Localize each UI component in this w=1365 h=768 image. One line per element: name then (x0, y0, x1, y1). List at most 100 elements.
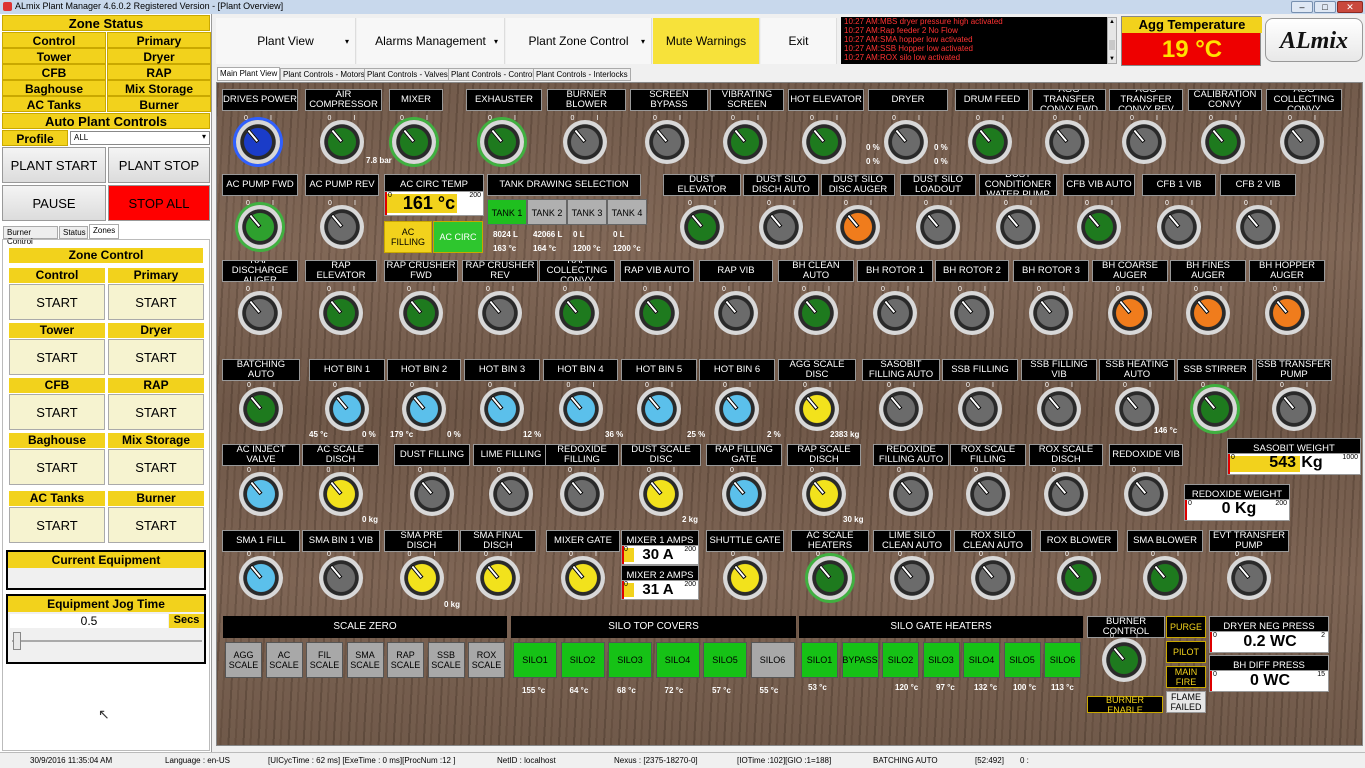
knob-rap-elevator[interactable] (319, 291, 363, 335)
knob-vibrating-screen[interactable] (723, 120, 767, 164)
plant-view-menu[interactable]: Plant View ▾ (216, 18, 356, 64)
knob-dust-elevator[interactable] (680, 205, 724, 249)
scroll-down-icon[interactable]: ▼ (1109, 56, 1115, 62)
cover-silo5-button[interactable]: SILO5 (703, 642, 747, 678)
knob-bh-rotor-2[interactable] (950, 291, 994, 335)
knob-evt-transfer-pump[interactable] (1227, 556, 1271, 600)
tab-plant-controls-interlocks[interactable]: Plant Controls - Interlocks (533, 68, 631, 81)
start-primary-button[interactable]: START (108, 284, 204, 320)
knob-ssb-filling-vib[interactable] (1037, 387, 1081, 431)
ssb-scale-zero-button[interactable]: SSB SCALE (427, 642, 465, 678)
knob-mixer[interactable] (392, 120, 436, 164)
close-button[interactable]: ✕ (1337, 1, 1363, 13)
knob-bh-coarse-auger[interactable] (1108, 291, 1152, 335)
alarms-management-menu[interactable]: Alarms Management ▾ (357, 18, 505, 64)
knob-drives-power[interactable] (236, 120, 280, 164)
jog-slider-thumb[interactable] (13, 632, 21, 650)
knob-rap-crusher-rev[interactable] (478, 291, 522, 335)
ac-scale-zero-button[interactable]: AC SCALE (265, 642, 303, 678)
knob-dryer[interactable] (884, 120, 928, 164)
mute-warnings-button[interactable]: Mute Warnings (653, 18, 760, 64)
start-ac-tanks-button[interactable]: START (9, 507, 105, 543)
jog-slider-track[interactable] (12, 640, 202, 642)
plant-start-button[interactable]: PLANT START (2, 147, 106, 183)
start-cfb-button[interactable]: START (9, 394, 105, 430)
knob-redoxide-filling-auto[interactable] (889, 472, 933, 516)
knob-hot-bin-2[interactable] (402, 387, 446, 431)
knob-dust-scale-disc[interactable] (639, 472, 683, 516)
knob-rap-crusher-fwd[interactable] (399, 291, 443, 335)
profile-select[interactable]: ALL ▾ (70, 131, 210, 145)
alarm-list[interactable]: 10:27 AM:MBS dryer pressure high activat… (841, 17, 1107, 64)
knob-exhauster[interactable] (480, 120, 524, 164)
tab-plant-controls-motors[interactable]: Plant Controls - Motors (280, 68, 368, 81)
knob-ac-scale-heaters[interactable] (808, 556, 852, 600)
knob-bh-rotor-3[interactable] (1029, 291, 1073, 335)
heater-bypass-button[interactable]: BYPASS (841, 642, 879, 678)
pause-button[interactable]: PAUSE (2, 185, 106, 221)
cover-silo6-button[interactable]: SILO6 (750, 642, 795, 678)
knob-sma-blower[interactable] (1143, 556, 1187, 600)
knob-lime-silo-clean-auto[interactable] (890, 556, 934, 600)
tab-burner-control[interactable]: Burner Control (3, 226, 58, 246)
heater-silo3-button[interactable]: SILO3 (922, 642, 960, 678)
tab-status[interactable]: Status (59, 226, 88, 239)
knob-hot-bin-1[interactable] (325, 387, 369, 431)
start-tower-button[interactable]: START (9, 339, 105, 375)
start-control-button[interactable]: START (9, 284, 105, 320)
knob-rox-silo-clean-auto[interactable] (971, 556, 1015, 600)
cover-silo4-button[interactable]: SILO4 (655, 642, 700, 678)
fil-scale-zero-button[interactable]: FIL SCALE (306, 642, 343, 678)
scroll-up-icon[interactable]: ▲ (1109, 19, 1115, 25)
knob-agg-transfer-convy-rev[interactable] (1122, 120, 1166, 164)
knob-air-compressor[interactable] (319, 120, 364, 164)
agg-scale-zero-button[interactable]: AGG SCALE (225, 642, 262, 678)
knob-screen-bypass[interactable] (645, 120, 689, 164)
knob-mixer-gate[interactable] (561, 556, 605, 600)
knob-dust-filling[interactable] (410, 472, 454, 516)
tank-4-button[interactable]: TANK 4 (607, 199, 647, 225)
heater-silo1-button[interactable]: SILO1 (801, 642, 838, 678)
alarm-scrollbar[interactable]: ▲ ▼ (1107, 17, 1117, 64)
tab-plant-controls-valves[interactable]: Plant Controls - Valves (364, 68, 451, 81)
burner-control-knob[interactable] (1102, 638, 1146, 682)
knob-ssb-filling[interactable] (958, 387, 1002, 431)
knob-batching-auto[interactable] (239, 387, 283, 431)
knob-bh-hopper-auger[interactable] (1265, 291, 1309, 335)
knob-dust-silo-disch-auto[interactable] (759, 205, 803, 249)
cover-silo2-button[interactable]: SILO2 (560, 642, 605, 678)
tank-1-button[interactable]: TANK 1 (487, 199, 527, 225)
heater-silo2-button[interactable]: SILO2 (882, 642, 919, 678)
minimize-button[interactable]: – (1291, 1, 1313, 13)
heater-silo4-button[interactable]: SILO4 (963, 642, 1000, 678)
knob-rap-scale-disch[interactable] (802, 472, 846, 516)
knob-lime-filling[interactable] (489, 472, 533, 516)
knob-dust-silo-disc-auger[interactable] (836, 205, 880, 249)
knob-rap-discharge-auger[interactable] (238, 291, 282, 335)
rox-scale-zero-button[interactable]: ROX SCALE (468, 642, 505, 678)
knob-rap-filling-gate[interactable] (722, 472, 766, 516)
knob-agg-scale-disc[interactable] (795, 387, 839, 431)
plant-zone-control-menu[interactable]: Plant Zone Control ▾ (506, 18, 652, 64)
knob-cfb-vib-auto[interactable] (1077, 205, 1121, 249)
knob-redoxide-filling[interactable] (560, 472, 604, 516)
knob-rox-scale-disch[interactable] (1044, 472, 1088, 516)
knob-agg-collecting-convy[interactable] (1280, 120, 1324, 164)
knob-cfb-1-vib[interactable] (1157, 205, 1201, 249)
exit-button[interactable]: Exit (761, 18, 837, 64)
knob-redoxide-vib[interactable] (1124, 472, 1168, 516)
sma-scale-zero-button[interactable]: SMA SCALE (346, 642, 384, 678)
knob-sasobit-filling-auto[interactable] (879, 387, 923, 431)
knob-sma-bin-1-vib[interactable] (319, 556, 363, 600)
knob-rap-vib-auto[interactable] (635, 291, 679, 335)
knob-hot-elevator[interactable] (802, 120, 846, 164)
start-mix-storage-button[interactable]: START (108, 449, 204, 485)
knob-rox-blower[interactable] (1057, 556, 1101, 600)
knob-rap-collecting-convy[interactable] (555, 291, 599, 335)
knob-bh-rotor-1[interactable] (873, 291, 917, 335)
knob-ac-pump-fwd[interactable] (238, 205, 282, 249)
burner-enable-button[interactable]: BURNER ENABLE (1087, 695, 1163, 715)
knob-ssb-stirrer[interactable] (1193, 387, 1237, 431)
knob-ssb-heating-auto[interactable] (1115, 387, 1159, 431)
knob-hot-bin-5[interactable] (637, 387, 681, 431)
